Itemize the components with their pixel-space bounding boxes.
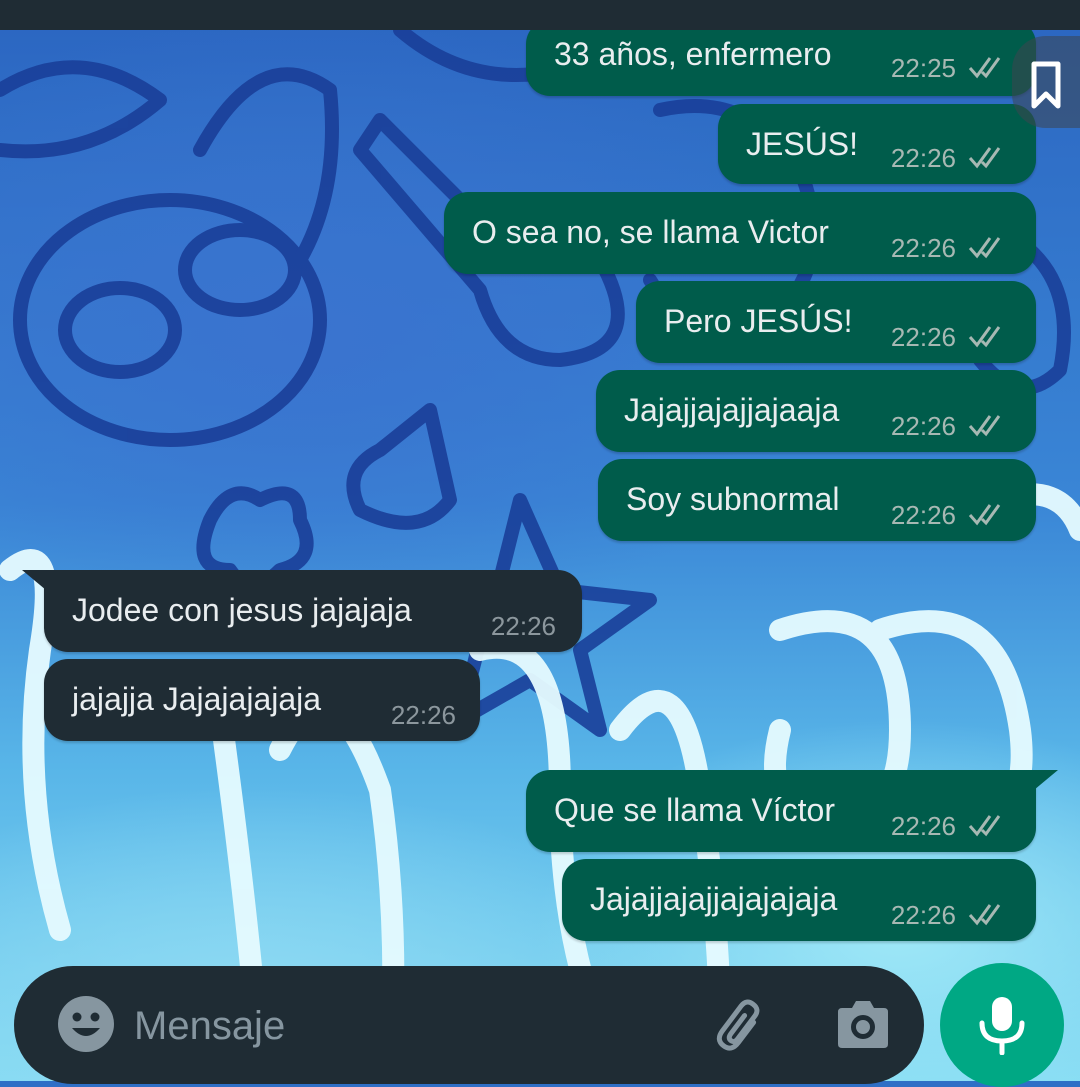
- read-receipt-icon: [968, 57, 1001, 79]
- message-bubble-incoming[interactable]: Jodee con jesus jajajaja 22:26: [22, 570, 582, 652]
- message-text: Pero JESÚS!: [664, 303, 853, 339]
- message-time: 22:26: [490, 611, 556, 641]
- read-receipt-icon: [968, 147, 1001, 169]
- message-text: JESÚS!: [746, 126, 859, 162]
- read-receipt-icon: [968, 237, 1001, 259]
- message-input-placeholder[interactable]: Mensaje: [134, 1004, 285, 1049]
- message-text: jajajja Jajajajajaja: [72, 681, 322, 717]
- read-receipt-icon: [968, 415, 1001, 437]
- message-bubble-outgoing[interactable]: Pero JESÚS! 22:26: [636, 281, 1036, 363]
- camera-icon[interactable]: [832, 996, 894, 1054]
- read-receipt-icon: [968, 326, 1001, 348]
- bookmark-overlay: [1012, 36, 1080, 128]
- message-composer[interactable]: Mensaje: [14, 966, 924, 1084]
- message-text: 33 años, enfermero: [554, 36, 832, 72]
- message-bubble-outgoing[interactable]: Jajajjajajjajajajaja 22:26: [562, 859, 1036, 941]
- top-app-bar: [0, 0, 1080, 30]
- microphone-icon: [979, 997, 1025, 1055]
- message-text: O sea no, se llama Victor: [472, 214, 829, 250]
- message-time: 22:26: [390, 700, 456, 730]
- message-bubble-outgoing[interactable]: Jajajjajajjajaaja 22:26: [596, 370, 1036, 452]
- message-time: 22:26: [890, 322, 956, 352]
- bookmark-icon: [1031, 61, 1061, 109]
- paperclip-icon[interactable]: [710, 994, 774, 1058]
- message-time: 22:26: [890, 233, 956, 263]
- emoji-smile-icon[interactable]: [56, 994, 116, 1054]
- message-time: 22:26: [890, 811, 956, 841]
- message-bubble-outgoing[interactable]: 33 años, enfermero 22:25: [526, 20, 1036, 96]
- message-text: Jodee con jesus jajajaja: [72, 592, 412, 628]
- bubble-tail: [22, 570, 46, 590]
- message-time: 22:26: [890, 500, 956, 530]
- read-receipt-icon: [968, 815, 1001, 837]
- message-bubble-outgoing[interactable]: JESÚS! 22:26: [718, 104, 1036, 184]
- message-time: 22:25: [890, 53, 956, 83]
- message-text: Soy subnormal: [626, 481, 840, 517]
- message-bubble-outgoing[interactable]: Soy subnormal 22:26: [598, 459, 1036, 541]
- bubble-tail: [1034, 770, 1058, 790]
- message-text: Jajajjajajjajajajaja: [590, 881, 838, 917]
- message-bubble-incoming[interactable]: jajajja Jajajajajaja 22:26: [44, 659, 480, 741]
- message-text: Jajajjajajjajaaja: [624, 392, 840, 428]
- message-text: Que se llama Víctor: [554, 792, 835, 828]
- read-receipt-icon: [968, 504, 1001, 526]
- message-bubble-outgoing[interactable]: O sea no, se llama Victor 22:26: [444, 192, 1036, 274]
- message-bubble-outgoing[interactable]: Que se llama Víctor 22:26: [526, 770, 1058, 852]
- message-time: 22:26: [890, 900, 956, 930]
- message-time: 22:26: [890, 143, 956, 173]
- voice-message-button[interactable]: [940, 963, 1064, 1087]
- message-time: 22:26: [890, 411, 956, 441]
- read-receipt-icon: [968, 904, 1001, 926]
